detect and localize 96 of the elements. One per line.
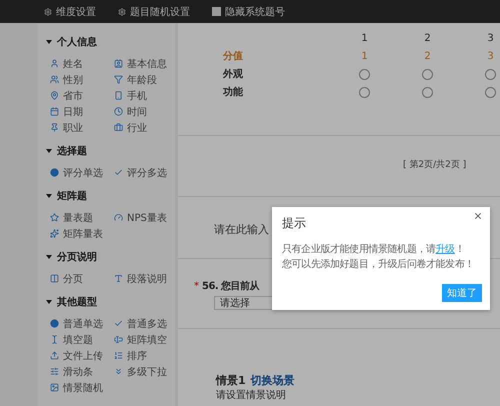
question-type-item[interactable]: 排序 [127, 348, 147, 362]
caret-icon[interactable] [46, 149, 52, 153]
question-type-item[interactable]: 普通单选 [63, 316, 103, 330]
question-type-item[interactable]: 时间 [127, 104, 147, 118]
dialog-message: 您可以先添加好题目，升级后问卷才能发布！ [282, 258, 474, 272]
funnel-icon [114, 75, 123, 84]
upload-icon [50, 351, 59, 360]
people-icon [50, 75, 59, 84]
question-type-item[interactable]: 段落说明 [127, 272, 167, 286]
question-type-item[interactable]: 日期 [63, 104, 83, 118]
checkbox[interactable] [212, 7, 221, 16]
question-type-item[interactable]: 情景随机 [63, 380, 103, 394]
section-title: 矩阵题 [57, 190, 87, 203]
ok-button[interactable]: 知道了 [442, 284, 482, 302]
columns-icon [50, 274, 59, 283]
radio-button[interactable] [359, 86, 370, 98]
phone-icon [114, 91, 123, 100]
question-type-item[interactable]: 评分单选 [63, 166, 103, 180]
caret-icon[interactable] [46, 40, 52, 44]
section-title: 分页说明 [57, 250, 97, 264]
row-label: 外观 [223, 68, 244, 82]
contact-card-icon [114, 59, 123, 68]
radio-button[interactable] [485, 86, 496, 98]
row-label: 功能 [223, 86, 244, 100]
check-icon [114, 168, 123, 177]
section-title: 选择题 [57, 144, 87, 158]
text-cursor-icon [50, 335, 59, 344]
clock-icon [114, 107, 123, 116]
score-value: 2 [423, 50, 432, 64]
toolbar-label[interactable]: 题目随机设置 [130, 4, 190, 18]
score-value: 3 [486, 50, 495, 64]
close-icon[interactable] [473, 211, 483, 221]
check-icon [114, 319, 123, 328]
question-type-item[interactable]: 职业 [63, 120, 83, 134]
gear-icon [118, 8, 126, 16]
star-icon [50, 213, 59, 222]
chevrons-down-icon [114, 367, 123, 376]
gear-icon [44, 8, 52, 16]
question-type-item[interactable]: 省市 [63, 88, 83, 102]
column-header: 1 [360, 32, 369, 46]
question-type-item[interactable]: 文件上传 [63, 348, 103, 362]
map-pin-icon [50, 91, 59, 100]
switch-scene-link[interactable]: 切换场景 [250, 374, 295, 387]
question-title: 56. 您目前从 [202, 280, 260, 293]
text-icon [114, 274, 123, 283]
question-type-item[interactable]: 填空题 [63, 332, 93, 346]
question-type-item[interactable]: 分页 [63, 272, 83, 286]
description-text: 请在此输入 [214, 222, 269, 237]
person-icon [50, 59, 59, 68]
question-type-item[interactable]: NPS量表 [127, 210, 167, 224]
question-type-item[interactable]: 量表题 [63, 210, 93, 224]
calendar-icon [50, 107, 59, 116]
score-value: 1 [360, 50, 369, 64]
radio-button[interactable] [422, 68, 433, 80]
question-type-item[interactable]: 多级下拉 [127, 364, 167, 378]
sparkles-icon [50, 229, 59, 238]
toolbar-label[interactable]: 维度设置 [56, 4, 96, 18]
row-label: 分值 [223, 50, 244, 64]
caret-icon[interactable] [46, 300, 52, 304]
question-type-item[interactable]: 姓名 [63, 56, 83, 70]
page-indicator: [ 第2页/共2页 ] [403, 158, 466, 171]
question-type-item[interactable]: 行业 [127, 120, 147, 134]
radio-button[interactable] [422, 86, 433, 98]
question-type-item[interactable]: 年龄段 [127, 72, 157, 86]
sliders-icon [50, 367, 59, 376]
required-mark: * [194, 280, 199, 292]
ordered-list-icon [114, 351, 123, 360]
question-type-item[interactable]: 评分多选 [127, 166, 167, 180]
scenario-title: 情景1 [216, 374, 246, 387]
question-type-item[interactable]: 普通多选 [127, 316, 167, 330]
upgrade-link[interactable]: 升级 [436, 244, 455, 255]
question-type-item[interactable]: 手机 [127, 88, 147, 102]
caret-icon[interactable] [46, 194, 52, 198]
radio-button[interactable] [485, 68, 496, 80]
caret-icon[interactable] [46, 255, 52, 259]
question-type-item[interactable]: 矩阵量表 [63, 226, 103, 240]
pin-icon [50, 123, 59, 132]
dialog-message: 只有企业版才能使用情景随机题，请升级！ [282, 242, 464, 257]
question-type-item[interactable]: 滑动条 [63, 364, 93, 378]
dialog-title: 提示 [282, 215, 306, 232]
question-type-item[interactable]: 性别 [63, 72, 83, 86]
column-header: 3 [486, 32, 495, 46]
dot-icon [50, 319, 59, 328]
dot-icon [50, 168, 59, 177]
scenario-hint: 请设置情景说明 [216, 388, 287, 402]
column-header: 2 [423, 32, 432, 46]
section-title: 其他题型 [57, 296, 97, 309]
briefcase-icon [114, 123, 123, 132]
section-title: 个人信息 [57, 36, 97, 49]
question-type-item[interactable]: 矩阵填空 [127, 332, 167, 346]
toolbar-label[interactable]: 隐藏系统题号 [225, 4, 285, 18]
image-icon [50, 383, 59, 392]
gauge-icon [114, 213, 123, 222]
question-type-item[interactable]: 基本信息 [127, 56, 167, 70]
input-icon [114, 335, 123, 344]
radio-button[interactable] [359, 68, 370, 80]
